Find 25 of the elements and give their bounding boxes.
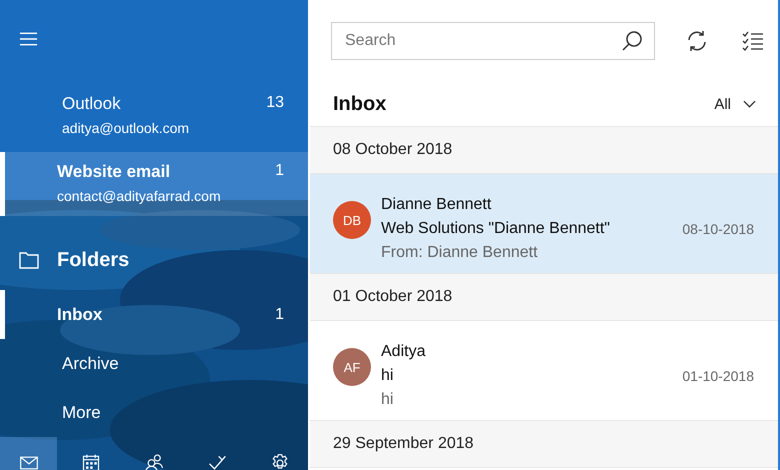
message-item[interactable]: AF Aditya hi 01-10-2018 hi — [310, 321, 778, 420]
people-icon — [144, 453, 164, 470]
folder-item[interactable]: Archive — [0, 339, 308, 388]
calendar-icon — [81, 453, 102, 470]
section-title: Folders — [57, 248, 130, 272]
message-item[interactable]: DB Dianne Bennett Web Solutions "Dianne Bennett" 08-10-2018 From: Dianne Bennett — [310, 174, 778, 273]
search-icon[interactable] — [621, 30, 643, 52]
settings-icon — [270, 453, 290, 470]
account-item[interactable]: Website email 1 contact@adityafarrad.com — [0, 152, 308, 216]
account-item[interactable]: Outlook 13 aditya@outlook.com — [0, 84, 308, 152]
avatar: AF — [333, 348, 371, 386]
folder-icon — [19, 251, 39, 269]
caret-icon — [743, 100, 756, 108]
folder-item[interactable]: More — [0, 388, 308, 437]
list-title: Inbox — [333, 92, 386, 116]
avatar: DB — [333, 201, 371, 239]
filter-dropdown[interactable]: All — [714, 96, 756, 112]
check-pen-icon — [206, 453, 227, 470]
menu-icon[interactable] — [19, 31, 38, 47]
select-list-icon[interactable] — [741, 29, 765, 53]
date-group-header: 01 October 2018 — [310, 273, 778, 321]
search-field[interactable]: Search — [331, 22, 655, 60]
date-group-header: 08 October 2018 — [310, 126, 778, 174]
date-group-header: 29 September 2018 — [310, 420, 778, 468]
nav-mail-tab[interactable] — [0, 437, 57, 470]
